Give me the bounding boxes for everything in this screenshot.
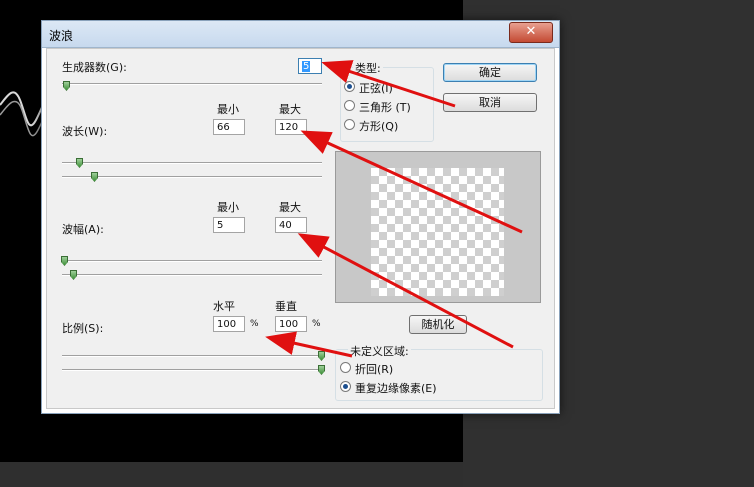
type-group-title: 类型:: [353, 60, 383, 76]
amplitude-min-header: 最小: [217, 201, 239, 214]
scale-vertical-unit: %: [312, 319, 321, 329]
radio-repeat-edge-pixels[interactable]: [340, 381, 351, 392]
wavelength-max-slider-thumb[interactable]: [91, 172, 98, 182]
close-button[interactable]: ✕: [509, 22, 553, 43]
radio-sine[interactable]: [344, 81, 355, 92]
radio-repeat-edge-pixels-label[interactable]: 重复边缘像素(E): [355, 380, 437, 396]
scale-vertical-slider-track[interactable]: [62, 369, 322, 371]
preview-panel: [335, 151, 541, 303]
amplitude-max-header: 最大: [279, 201, 301, 214]
wavelength-max-header: 最大: [279, 103, 301, 116]
scale-horizontal-input[interactable]: 100: [213, 316, 245, 332]
scale-horizontal-header: 水平: [213, 300, 235, 313]
amplitude-max-slider-thumb[interactable]: [70, 270, 77, 280]
scale-horizontal-slider-track[interactable]: [62, 355, 322, 357]
scale-horizontal-unit: %: [250, 319, 259, 329]
ok-button[interactable]: 确定: [443, 63, 537, 82]
dialog-client: 生成器数(G): 5 类型: 正弦(I) 三角形 (T) 方形(Q) 确定 取消…: [46, 48, 555, 409]
wavelength-min-header: 最小: [217, 103, 239, 116]
dialog-titlebar[interactable]: 波浪 ✕: [42, 21, 559, 48]
wavelength-min-slider-thumb[interactable]: [76, 158, 83, 168]
generators-label: 生成器数(G):: [62, 61, 127, 74]
radio-square[interactable]: [344, 119, 355, 130]
cancel-button[interactable]: 取消: [443, 93, 537, 112]
wavelength-max-slider-track[interactable]: [62, 176, 322, 178]
generators-slider-track[interactable]: [62, 83, 322, 85]
scale-horizontal-slider-thumb[interactable]: [318, 351, 325, 361]
radio-triangle[interactable]: [344, 100, 355, 111]
amplitude-min-slider-thumb[interactable]: [61, 256, 68, 266]
randomize-button[interactable]: 随机化: [409, 315, 467, 334]
wavelength-label: 波长(W):: [62, 125, 108, 138]
wave-dialog: 波浪 ✕ 生成器数(G): 5 类型: 正弦(I) 三角形 (T) 方形(Q) …: [41, 20, 560, 414]
radio-wrap-around[interactable]: [340, 362, 351, 373]
undefined-areas-title: 未定义区域:: [348, 343, 411, 359]
scale-vertical-header: 垂直: [275, 300, 297, 313]
wavelength-min-slider-track[interactable]: [62, 162, 322, 164]
scale-vertical-input[interactable]: 100: [275, 316, 307, 332]
scale-label: 比例(S):: [62, 322, 104, 335]
amplitude-min-slider-track[interactable]: [62, 260, 322, 262]
radio-sine-label[interactable]: 正弦(I): [359, 80, 393, 96]
dialog-title: 波浪: [49, 29, 74, 43]
generators-slider-thumb[interactable]: [63, 81, 70, 91]
wavelength-max-input[interactable]: 120: [275, 119, 307, 135]
radio-wrap-around-label[interactable]: 折回(R): [355, 361, 393, 377]
amplitude-label: 波幅(A):: [62, 223, 104, 236]
scale-vertical-slider-thumb[interactable]: [318, 365, 325, 375]
amplitude-min-input[interactable]: 5: [213, 217, 245, 233]
amplitude-max-input[interactable]: 40: [275, 217, 307, 233]
preview-image: [371, 168, 504, 296]
amplitude-max-slider-track[interactable]: [62, 274, 322, 276]
wavelength-min-input[interactable]: 66: [213, 119, 245, 135]
radio-square-label[interactable]: 方形(Q): [359, 118, 398, 134]
radio-triangle-label[interactable]: 三角形 (T): [359, 99, 411, 115]
generators-input[interactable]: 5: [298, 58, 322, 74]
